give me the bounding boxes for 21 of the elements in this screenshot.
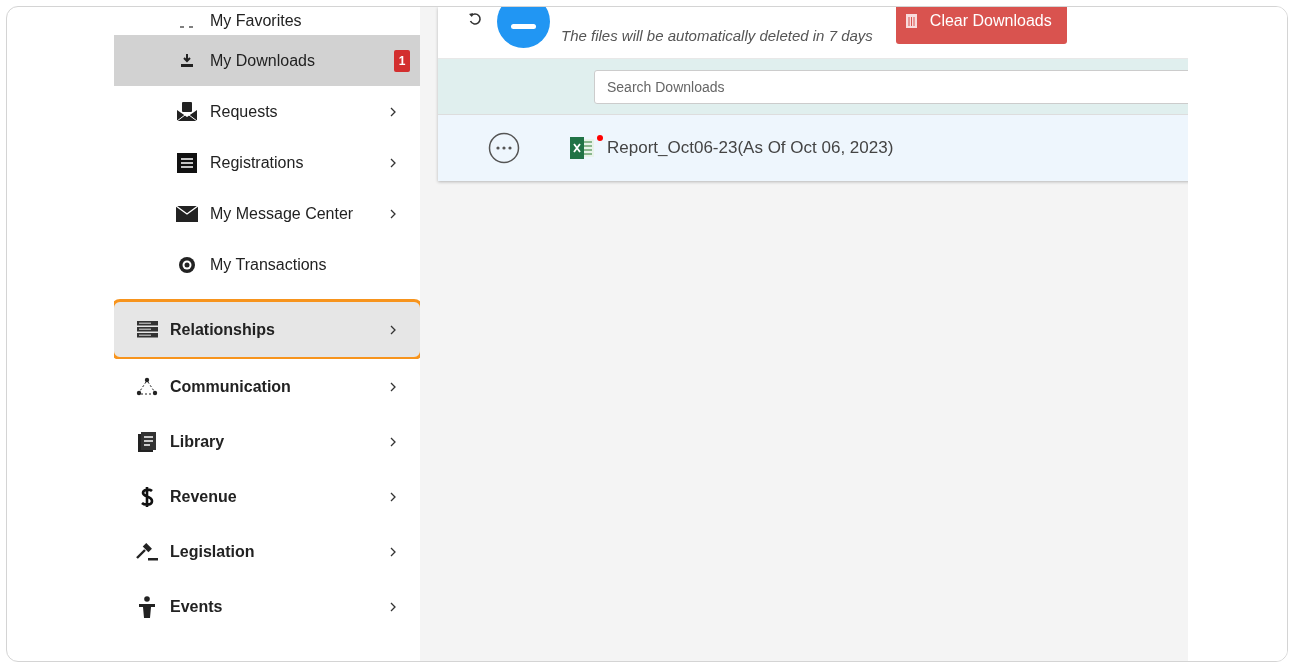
list-icon: [177, 152, 197, 173]
more-icon[interactable]: [488, 132, 520, 164]
document-icon: [138, 431, 156, 452]
clear-downloads-button[interactable]: Clear Downloads: [895, 7, 1067, 44]
download-icon: [179, 52, 195, 69]
podium-icon: [139, 595, 155, 618]
notice-text: The files will be automatically deleted in 7 days: [561, 26, 873, 46]
refresh-icon[interactable]: [468, 12, 482, 26]
dollar-icon: [140, 485, 154, 508]
sidebar-item[interactable]: My Downloads 1: [114, 35, 420, 86]
gavel-icon: [135, 542, 159, 561]
count-badge: 1: [394, 49, 410, 72]
server-icon: [136, 321, 158, 338]
trash-icon: [905, 13, 917, 28]
envelope-icon: [176, 101, 198, 122]
sidebar-item[interactable]: Relationships: [114, 302, 420, 357]
search-field[interactable]: Search Downloads: [594, 69, 1188, 104]
envelope-icon: [176, 205, 198, 222]
file-link[interactable]: Report_Oct06-23(As Of Oct 06, 2023): [607, 135, 894, 161]
spreadsheet-icon: [570, 137, 596, 159]
network-icon: [136, 376, 158, 397]
